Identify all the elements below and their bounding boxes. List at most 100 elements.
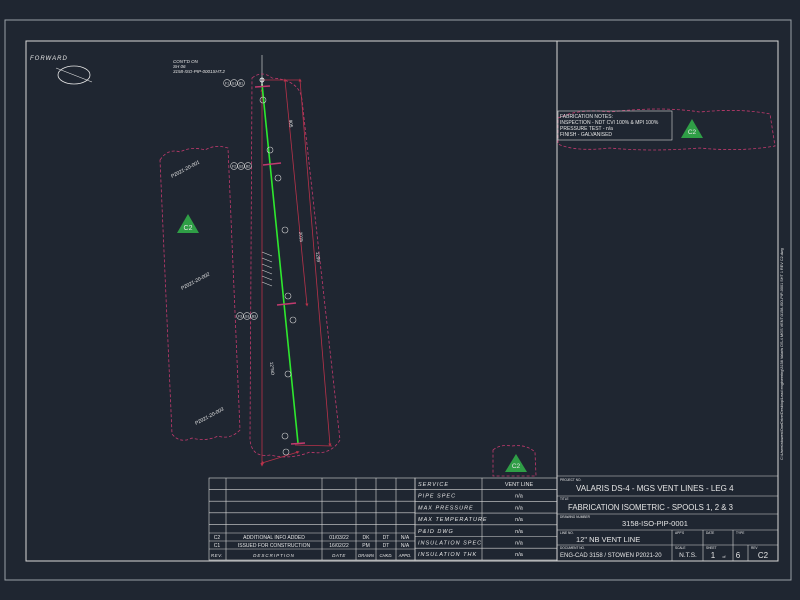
rev-c2-rev: C2 <box>214 535 221 541</box>
spool-label-3: P2021-20-003 <box>194 406 225 426</box>
rev-c1-description: ISSUED FOR CONSTRUCTION <box>238 543 311 549</box>
rev-header-rev: REV. <box>211 553 223 558</box>
support-hatch <box>261 251 273 287</box>
rev-c2-description: ADDITIONAL INFO ADDED <box>243 535 305 541</box>
scale-value: N.T.S. <box>679 552 697 559</box>
dim-label-1299: 1299 <box>315 252 321 263</box>
rev-value: C2 <box>758 551 769 560</box>
rev-header-drawn: DRAWN <box>358 553 375 558</box>
rev-header-appd: APPD. <box>398 553 412 558</box>
rev-c1-rev: C1 <box>214 543 221 549</box>
drawing-number: 3158-ISO-PIP-0001 <box>622 519 688 528</box>
continued-note: CONT'D ON SH 06 3158-ISO-PIP-0001SHT.2 <box>173 59 225 74</box>
service-label-3: MAX TEMPERATURE <box>418 517 488 523</box>
rev-c2-chkd: DT <box>383 535 390 541</box>
file-path-text: C:\Users\stowen\OneDrive\Desktop\Lead en… <box>780 248 784 460</box>
forward-label: FORWARD <box>30 56 68 62</box>
rev-c1-chkd: DT <box>383 543 390 549</box>
rev-c2-drawn: DK <box>363 535 371 541</box>
sheet-number: 1 <box>711 551 716 560</box>
callout-f1: F1 <box>225 82 229 86</box>
rev-c1-date: 16/02/22 <box>329 543 349 549</box>
spool-revcloud <box>159 146 241 441</box>
service-label-6: INSULATION THK <box>418 552 477 558</box>
drawing-title: FABRICATION ISOMETRIC - SPOOLS 1, 2 & 3 <box>568 503 733 512</box>
date-label: DATE <box>706 531 714 535</box>
revision-row-c2: C2 ADDITIONAL INFO ADDED 01/03/22 DK DT … <box>214 535 410 541</box>
dim-label-905: 905 <box>288 120 294 128</box>
spool-label-2: P2021-20-002 <box>180 271 211 291</box>
rev-c1-drawn: PM <box>362 543 370 549</box>
dim-line-bottom <box>260 450 300 465</box>
document-number: ENG-CAD 3158 / STOWEN P2021-20 <box>560 553 662 559</box>
service-value-4: n/a <box>515 529 524 535</box>
callout-b3: B3 <box>252 315 256 319</box>
dim-label-12no: 12"NO <box>269 362 275 376</box>
service-value-2: n/a <box>515 505 524 511</box>
project-name: VALARIS DS-4 - MGS VENT LINES - LEG 4 <box>576 484 734 493</box>
callout-group-1: F1 G1 B1 <box>223 79 245 87</box>
fabrication-notes: FABRICATION NOTES: INSPECTION - NDT CVI … <box>557 110 703 141</box>
service-label-1: PIPE SPEC <box>418 494 456 500</box>
rev-c2-date: 01/03/22 <box>329 535 349 541</box>
drawing-canvas: FORWARD CONT'D ON SH 06 3158-ISO-PIP-000… <box>4 19 792 581</box>
rev-c1-appd: N/A <box>401 543 410 549</box>
pipe-centerline <box>261 83 299 444</box>
service-table-values: VENT LINE n/a n/a n/a n/a n/a n/a <box>505 482 534 558</box>
service-revision-label: C2 <box>512 463 521 470</box>
callout-b2: B2 <box>246 165 250 169</box>
callout-g3: G3 <box>245 315 250 319</box>
flange-2 <box>262 162 282 166</box>
flange-4 <box>290 442 306 445</box>
rev-header-description: DESCRIPTION <box>253 553 295 558</box>
flange-1 <box>254 85 271 88</box>
dim-line-overall <box>298 78 332 447</box>
callout-group-2: F2 G2 B2 <box>230 162 252 170</box>
sheet-label: SHEET <box>706 546 717 550</box>
line-label: LINE NO. <box>560 531 574 535</box>
revision-tag-left: C2 <box>177 214 199 233</box>
notes-revision-tag: C2 <box>688 129 697 136</box>
service-table-labels: SERVICE PIPE SPEC MAX PRESSURE MAX TEMPE… <box>418 482 488 558</box>
rev-header-chkd: CHKD. <box>379 553 392 558</box>
title-label: TITLE <box>560 497 569 501</box>
service-revision-tag: C2 <box>505 454 527 472</box>
revision-row-c1: C1 ISSUED FOR CONSTRUCTION 16/02/22 PM D… <box>214 543 410 549</box>
service-label-5: INSULATION SPEC <box>418 541 482 547</box>
service-value-5: n/a <box>515 541 524 547</box>
forward-indicator: FORWARD <box>30 56 93 85</box>
type-label: TYPE <box>736 531 744 535</box>
document-label: DOCUMENT NO. <box>560 546 585 550</box>
callout-g1: G1 <box>232 82 237 86</box>
dim-label-2015: 2015 <box>298 232 304 243</box>
scale-label: SCALE <box>675 546 685 550</box>
rev-label: REV <box>751 546 758 550</box>
service-value-0: VENT LINE <box>505 482 534 488</box>
rev-c2-appd: N/A <box>401 535 410 541</box>
rev-header-date: DATE <box>332 553 346 558</box>
weld-markers <box>259 96 297 456</box>
revision-tag-left-label: C2 <box>184 225 193 232</box>
spool-label-1: P2021-20-001 <box>170 159 201 179</box>
service-label-2: MAX PRESSURE <box>418 505 474 511</box>
service-label-0: SERVICE <box>418 482 449 488</box>
fabrication-note-3: FINISH - GALVANISED <box>560 132 612 138</box>
continued-note-line-3: 3158-ISO-PIP-0001SHT.2 <box>173 69 225 74</box>
drawing-number-label: DRAWING NUMBER <box>560 515 591 519</box>
inner-border <box>25 40 779 562</box>
callout-group-3: F3 G3 B3 <box>236 312 258 320</box>
line-number: 12" NB VENT LINE <box>576 535 640 544</box>
callout-g2: G2 <box>239 165 244 169</box>
callout-f3: F3 <box>238 315 242 319</box>
service-label-4: P&ID DWG <box>418 529 454 535</box>
revision-table-header: REV. DESCRIPTION DATE DRAWN CHKD. APPD. <box>211 553 411 558</box>
service-value-1: n/a <box>515 494 524 500</box>
service-value-3: n/a <box>515 517 524 523</box>
service-value-6: n/a <box>515 552 524 558</box>
project-label: PROJECT NO. <box>560 478 581 482</box>
callout-f2: F2 <box>232 165 236 169</box>
callout-b1: B1 <box>239 82 243 86</box>
apps-label: APP'S <box>675 531 684 535</box>
flange-3 <box>276 302 297 306</box>
sheet-total: 6 <box>736 551 741 560</box>
